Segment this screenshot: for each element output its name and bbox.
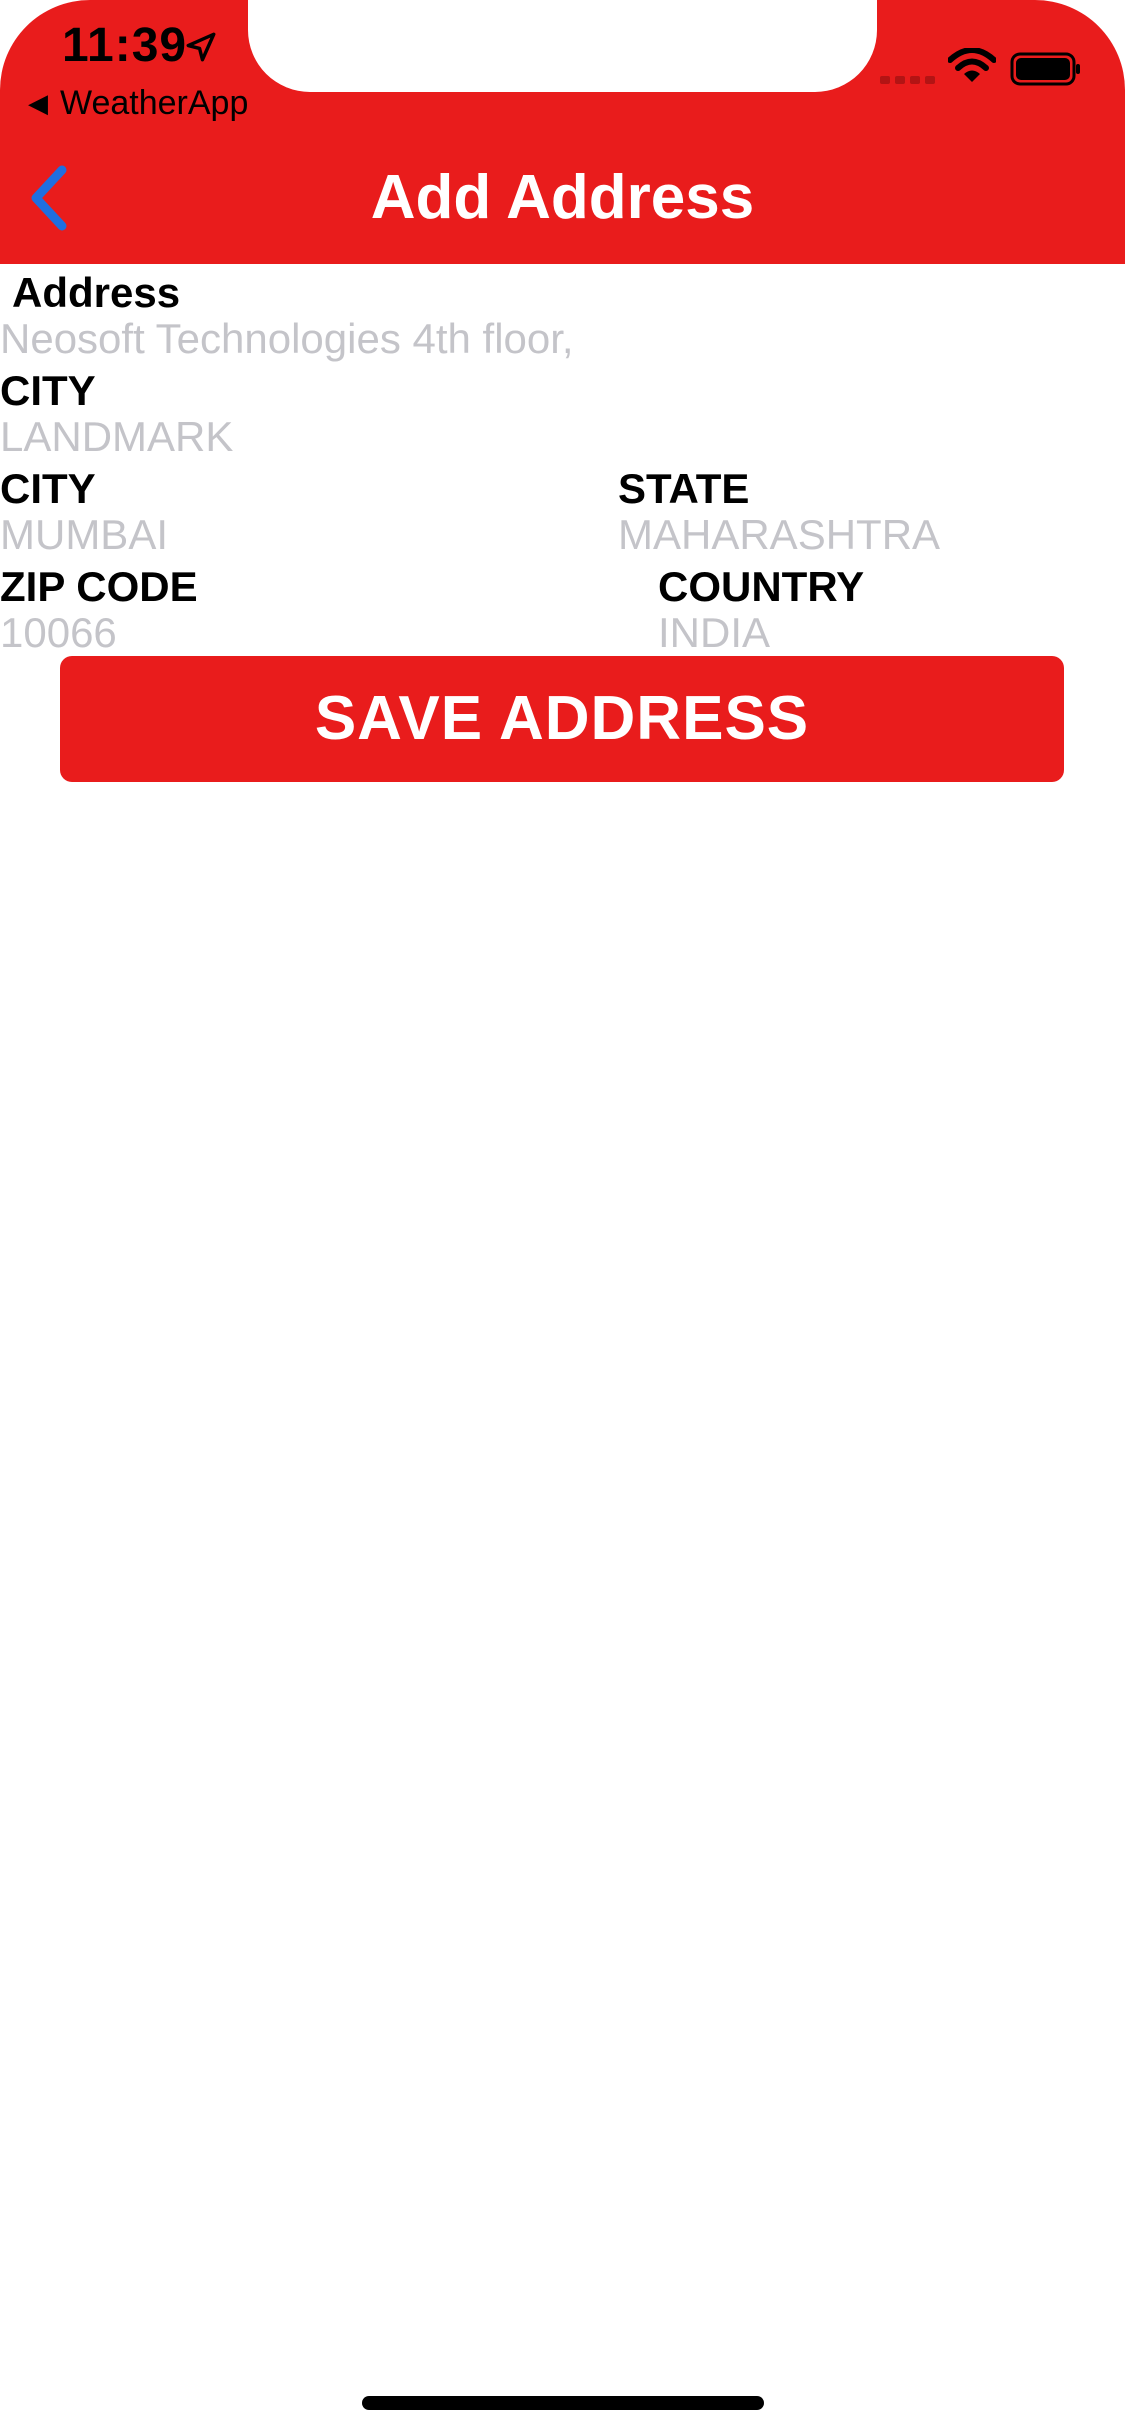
address-label: Address: [12, 269, 181, 316]
country-field[interactable]: INDIA: [658, 608, 770, 658]
save-address-button[interactable]: SAVE ADDRESS: [60, 656, 1064, 782]
back-to-app-link[interactable]: ◀ WeatherApp: [28, 84, 248, 123]
home-indicator[interactable]: [362, 2396, 764, 2410]
page-title: Add Address: [370, 163, 755, 232]
city-label: CITY: [0, 465, 96, 512]
zip-code-field[interactable]: 10066: [0, 608, 117, 658]
zip-code-label: ZIP CODE: [0, 563, 198, 610]
nav-header: 11:39 ◀ WeatherApp Add Address: [0, 0, 1125, 264]
signal-icon: [880, 76, 935, 84]
device-notch: [248, 0, 877, 92]
address-field[interactable]: Neosoft Technologies 4th floor,: [0, 314, 574, 364]
state-label: STATE: [618, 465, 750, 512]
landmark-field[interactable]: LANDMARK: [0, 412, 233, 462]
state-field[interactable]: MAHARASHTRA: [618, 510, 940, 560]
wifi-icon: [948, 48, 996, 82]
country-label: COUNTRY: [658, 563, 865, 610]
city-field[interactable]: MUMBAI: [0, 510, 168, 560]
status-time: 11:39: [62, 19, 188, 72]
battery-icon: [1010, 52, 1080, 86]
back-app-label: WeatherApp: [60, 84, 249, 122]
back-triangle-icon: ◀: [28, 88, 48, 118]
location-arrow-icon: [186, 32, 216, 62]
landmark-label: CITY: [0, 367, 96, 414]
